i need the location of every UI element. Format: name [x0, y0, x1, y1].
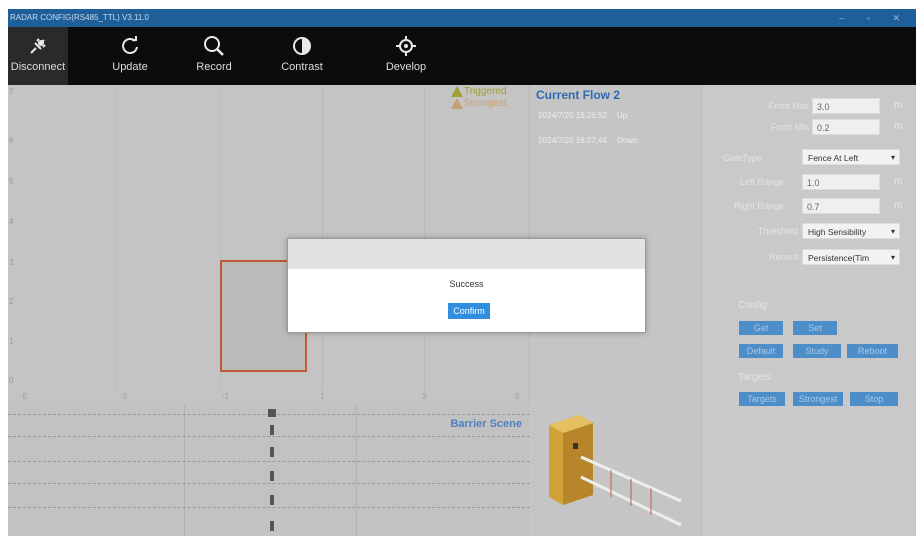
grid-line: [8, 461, 530, 462]
right-range-input[interactable]: 0.7: [802, 198, 880, 214]
left-range-unit: m: [894, 176, 903, 187]
barrier-marker: [270, 521, 274, 531]
gear-icon: [396, 36, 416, 56]
barrier-scene-panel: Barrier Scene: [8, 405, 530, 536]
legend-strongest: Strongest: [451, 98, 507, 110]
barrier-gate-illustration: [549, 415, 682, 527]
record-mode-select[interactable]: Persistence(Tim ▾: [802, 249, 900, 265]
x-tick: 5: [515, 392, 520, 401]
y-tick: 0: [9, 376, 14, 385]
config-section-label: Config: [738, 300, 767, 311]
x-tick: -1: [222, 392, 230, 401]
y-tick: 2: [9, 297, 14, 306]
record-button[interactable]: Record: [184, 27, 244, 85]
plug-disconnect-icon: [30, 38, 46, 54]
stop-button[interactable]: Stop: [850, 392, 898, 406]
front-min-unit: m: [894, 121, 903, 132]
front-max-unit: m: [894, 100, 903, 111]
triangle-icon: [451, 98, 463, 110]
get-button[interactable]: Get: [739, 321, 783, 335]
y-tick: 3: [9, 258, 14, 267]
legend-triggered: Triggered: [451, 86, 507, 98]
left-range-input[interactable]: 1.0: [802, 174, 880, 190]
barrier-marker: [270, 425, 274, 435]
x-tick: -3: [120, 392, 128, 401]
success-dialog: Success Confirm: [287, 238, 646, 333]
front-min-input[interactable]: 0.2: [812, 119, 880, 135]
chevron-down-icon: ▾: [890, 227, 895, 236]
top-margin: [0, 0, 916, 9]
grid-line: [356, 405, 357, 536]
title-bar: RADAR CONFIG(RS485_TTL) V3.11.0 – ▫ ✕: [8, 9, 916, 27]
barrier-marker: [270, 447, 274, 457]
window-title: RADAR CONFIG(RS485_TTL) V3.11.0: [10, 13, 150, 22]
x-tick: -5: [20, 392, 28, 401]
y-tick: 4: [9, 217, 14, 226]
x-tick: 1: [320, 392, 325, 401]
gate-scene-view: [531, 405, 701, 536]
update-label: Update: [112, 61, 148, 73]
y-tick: 7: [9, 87, 14, 96]
contrast-icon: [293, 37, 311, 55]
y-tick: 5: [9, 177, 14, 186]
grid-line: [8, 483, 530, 484]
disconnect-label: Disconnect: [10, 61, 66, 73]
confirm-button[interactable]: Confirm: [448, 303, 490, 319]
search-icon: [204, 36, 224, 56]
grid-line: [8, 436, 530, 437]
front-max-label: Front Max: [768, 101, 809, 111]
y-tick: 6: [9, 136, 14, 145]
chevron-down-icon: ▾: [890, 253, 895, 262]
flow-title: Current Flow 2: [536, 88, 621, 102]
disconnect-button[interactable]: Disconnect: [8, 27, 68, 85]
front-min-label: Front Min: [770, 122, 809, 132]
barrier-marker: [268, 409, 276, 417]
window-controls[interactable]: – ▫ ✕: [839, 9, 910, 27]
config-panel: Front Max 3.0 m Front Min 0.2 m GateType…: [701, 85, 916, 536]
right-range-unit: m: [894, 200, 903, 211]
dialog-message: Success: [449, 279, 484, 289]
threshold-label: Threshold: [757, 226, 798, 236]
reboot-button[interactable]: Reboot: [847, 344, 898, 358]
left-range-label: Left Range: [739, 177, 784, 187]
y-tick: 1: [9, 337, 14, 346]
set-button[interactable]: Set: [793, 321, 837, 335]
dialog-header: [288, 239, 645, 269]
update-button[interactable]: Update: [100, 27, 160, 85]
refresh-icon: [122, 36, 138, 54]
barrier-scene-title: Barrier Scene: [450, 418, 522, 430]
gate-type-select[interactable]: Fence At Left ▾: [802, 149, 900, 165]
study-button[interactable]: Study: [793, 344, 841, 358]
grid-line: [8, 507, 530, 508]
x-tick: 3: [422, 392, 427, 401]
app-window: RADAR CONFIG(RS485_TTL) V3.11.0 – ▫ ✕ Di…: [0, 0, 916, 536]
chevron-down-icon: ▾: [890, 153, 895, 162]
toolbar: Disconnect Update Record Contrast Develo…: [8, 27, 916, 85]
front-max-input[interactable]: 3.0: [812, 98, 880, 114]
default-button[interactable]: Default: [739, 344, 783, 358]
barrier-marker: [270, 471, 274, 481]
flow-row: 2024/7/20 16:27:44 Down: [538, 136, 638, 145]
contrast-button[interactable]: Contrast: [272, 27, 332, 85]
grid-line: [116, 85, 117, 390]
flow-row: 2024/7/20 16:26:52 Up: [538, 111, 628, 120]
record-mode-label: Record: [768, 252, 798, 262]
plot-legend: Triggered Strongest: [451, 86, 507, 110]
gate-type-label: GateType: [722, 153, 762, 163]
record-label: Record: [196, 61, 232, 73]
barrier-marker: [270, 495, 274, 505]
strongest-button[interactable]: Strongest: [793, 392, 843, 406]
targets-section-label: Targets: [738, 372, 771, 383]
develop-label: Develop: [385, 61, 427, 73]
develop-button[interactable]: Develop: [376, 27, 436, 85]
triangle-icon: [451, 86, 463, 97]
right-range-label: Right Range: [733, 201, 784, 211]
targets-button[interactable]: Targets: [739, 392, 785, 406]
grid-line: [184, 405, 185, 536]
contrast-label: Contrast: [281, 61, 323, 73]
threshold-select[interactable]: High Sensibility ▾: [802, 223, 900, 239]
